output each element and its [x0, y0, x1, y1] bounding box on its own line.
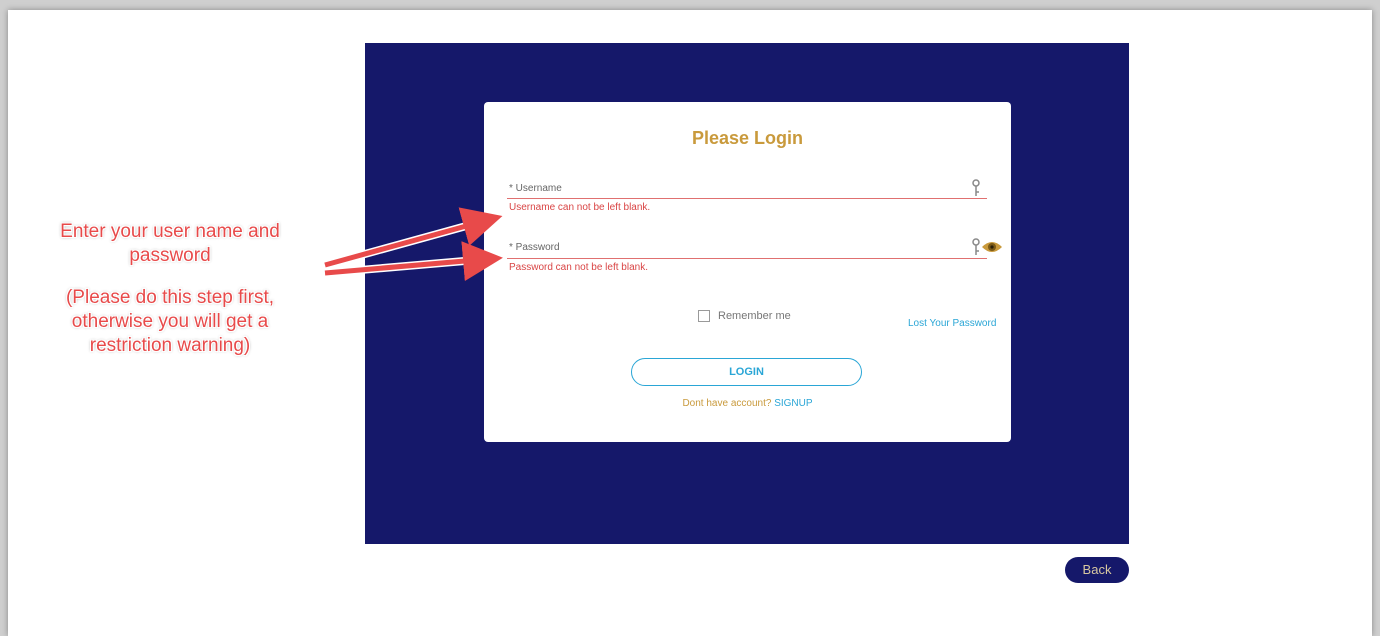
annotation-arrows: [323, 207, 503, 282]
